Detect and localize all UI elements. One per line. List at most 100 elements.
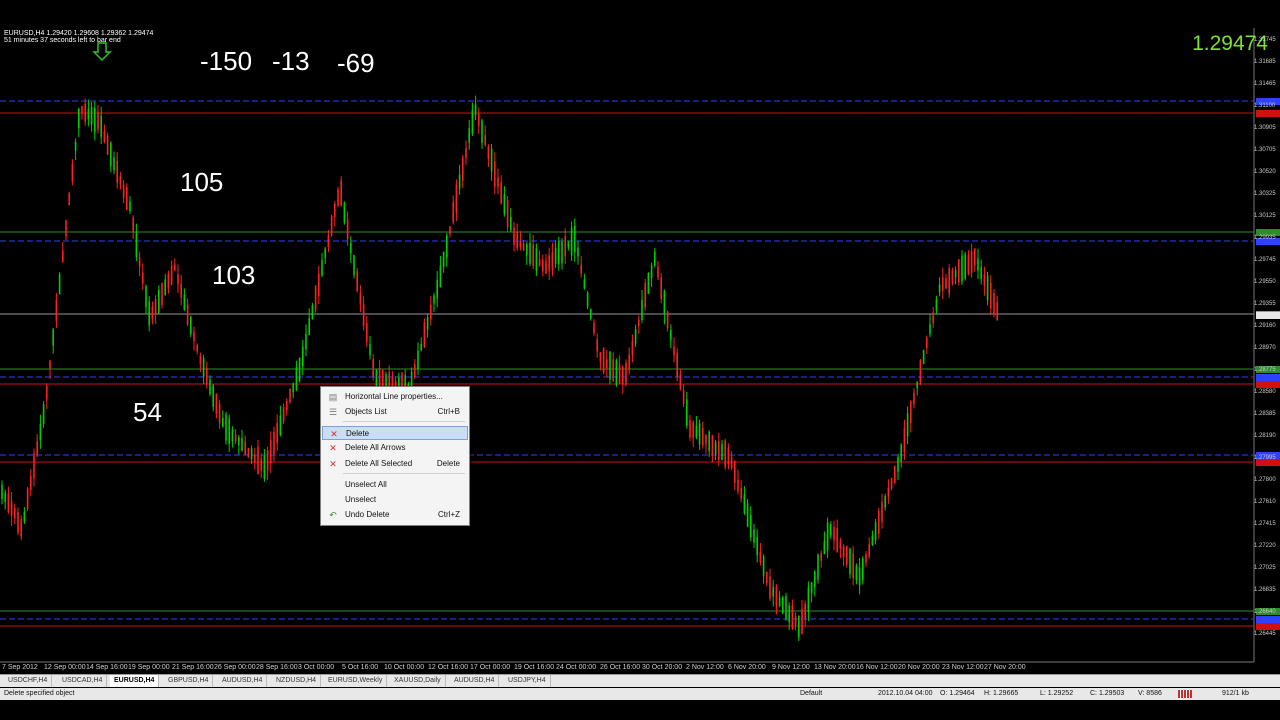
menu-item-delete[interactable]: ✕ Delete	[322, 426, 468, 440]
time-tick-label: 23 Nov 12:00	[942, 664, 984, 671]
candle-body	[974, 248, 976, 266]
context-menu: ▤ Horizontal Line properties... ☰ Object…	[320, 386, 470, 526]
candle-body	[970, 250, 973, 273]
candle-body	[586, 292, 589, 307]
menu-separator	[343, 473, 465, 474]
candle-body	[823, 540, 826, 555]
candle-body	[452, 202, 454, 223]
candle-body	[481, 120, 483, 143]
candle-body	[625, 362, 627, 384]
candle-body	[778, 597, 781, 607]
candle-body	[650, 265, 653, 279]
price-tick-label: 1.31100	[1254, 103, 1276, 109]
candle-body	[932, 312, 934, 324]
candle-body	[945, 278, 947, 289]
candle-body	[193, 331, 195, 342]
status-profile[interactable]: Default	[800, 688, 822, 700]
candle-body	[798, 615, 800, 638]
candle-body	[874, 522, 877, 541]
tab-chart[interactable]: USDJPY,H4	[504, 675, 551, 687]
menu-item-unselect-all[interactable]: Unselect All	[322, 478, 468, 492]
candle-body	[519, 240, 522, 248]
candle-body	[977, 258, 979, 271]
time-tick-label: 26 Sep 00:00	[214, 664, 256, 671]
annotation-text[interactable]: 105	[180, 167, 223, 198]
menu-item-label: Delete All Arrows	[345, 443, 406, 452]
menu-item-line-properties[interactable]: ▤ Horizontal Line properties...	[322, 390, 468, 404]
candle-body	[4, 492, 6, 502]
connection-status-icon[interactable]	[1178, 690, 1192, 698]
candle-body	[689, 420, 691, 438]
chart-canvas[interactable]	[0, 28, 1280, 674]
tab-chart[interactable]: EURUSD,H4	[110, 675, 160, 687]
candle-body	[679, 374, 682, 390]
candle-body	[263, 455, 266, 479]
candle-body	[868, 544, 870, 557]
annotation-text[interactable]: -13	[272, 46, 310, 77]
window-bottom-strip	[0, 700, 1280, 720]
candle-body	[455, 184, 458, 213]
menu-item-undo-delete[interactable]: ↶ Undo Delete Ctrl+Z	[322, 508, 468, 522]
tab-chart[interactable]: USDCAD,H4	[58, 675, 108, 687]
tab-chart[interactable]: USDCHF,H4	[4, 675, 53, 687]
candle-body	[161, 283, 163, 305]
candle-body	[228, 418, 230, 445]
candle-body	[951, 270, 954, 285]
annotation-text[interactable]: -69	[337, 48, 375, 79]
price-tick-label: 1.27415	[1254, 521, 1276, 527]
tab-chart[interactable]: AUDUSD,H4	[218, 675, 268, 687]
tab-chart[interactable]: XAUUSD,Daily	[390, 675, 446, 687]
candle-body	[430, 304, 432, 320]
candle-body	[305, 333, 307, 350]
candle-body	[353, 255, 355, 276]
menu-item-objects-list[interactable]: ☰ Objects List Ctrl+B	[322, 405, 468, 419]
tab-chart[interactable]: GBPUSD,H4	[164, 675, 214, 687]
candle-body	[513, 227, 515, 245]
candle-body	[30, 475, 32, 490]
candle-body	[202, 358, 205, 377]
candle-body	[423, 322, 426, 348]
candle-body	[439, 265, 442, 288]
candle-body	[596, 339, 598, 352]
tab-chart[interactable]: NZDUSD,H4	[272, 675, 322, 687]
candle-body	[583, 279, 586, 289]
candle-body	[782, 597, 784, 614]
candle-body	[231, 429, 234, 442]
candle-body	[657, 266, 659, 278]
candle-body	[990, 282, 992, 309]
price-tick-label: 1.27800	[1254, 477, 1276, 483]
menu-item-delete-all-selected[interactable]: ✕ Delete All Selected Delete	[322, 457, 468, 471]
menu-item-delete-all-arrows[interactable]: ✕ Delete All Arrows	[322, 441, 468, 455]
candle-body	[785, 596, 787, 619]
annotation-text[interactable]: -150	[200, 46, 252, 77]
candle-body	[183, 294, 186, 311]
candle-body	[836, 527, 838, 552]
candle-body	[343, 202, 346, 223]
tab-chart[interactable]: EURUSD,Weekly	[324, 675, 388, 687]
candle-body	[983, 274, 986, 286]
tab-chart[interactable]: AUDUSD,H4	[450, 675, 500, 687]
candle-body	[628, 354, 630, 371]
annotation-text[interactable]: 103	[212, 260, 255, 291]
candle-body	[599, 352, 602, 362]
candle-body	[842, 546, 845, 558]
candle-body	[260, 459, 262, 471]
candle-body	[906, 413, 909, 437]
time-tick-label: 10 Oct 00:00	[384, 664, 425, 671]
candle-body	[58, 273, 61, 295]
candle-body	[487, 146, 490, 159]
status-close: C: 1.29503	[1090, 690, 1125, 697]
candle-body	[426, 317, 429, 330]
annotation-text[interactable]: 54	[133, 397, 162, 428]
price-tick-label: 1.28190	[1254, 433, 1276, 439]
status-traffic: 912/1 kb	[1222, 690, 1249, 697]
candle-body	[186, 304, 189, 325]
candle-body	[750, 514, 752, 538]
candle-body	[90, 107, 93, 125]
candle-body	[199, 355, 202, 364]
candle-body	[196, 344, 198, 352]
menu-item-unselect[interactable]: Unselect	[322, 493, 468, 507]
price-tick-label: 1.27220	[1254, 543, 1276, 549]
price-chart[interactable]: EURUSD,H4 1.29420 1.29608 1.29362 1.2947…	[0, 28, 1280, 674]
candle-body	[154, 298, 157, 315]
